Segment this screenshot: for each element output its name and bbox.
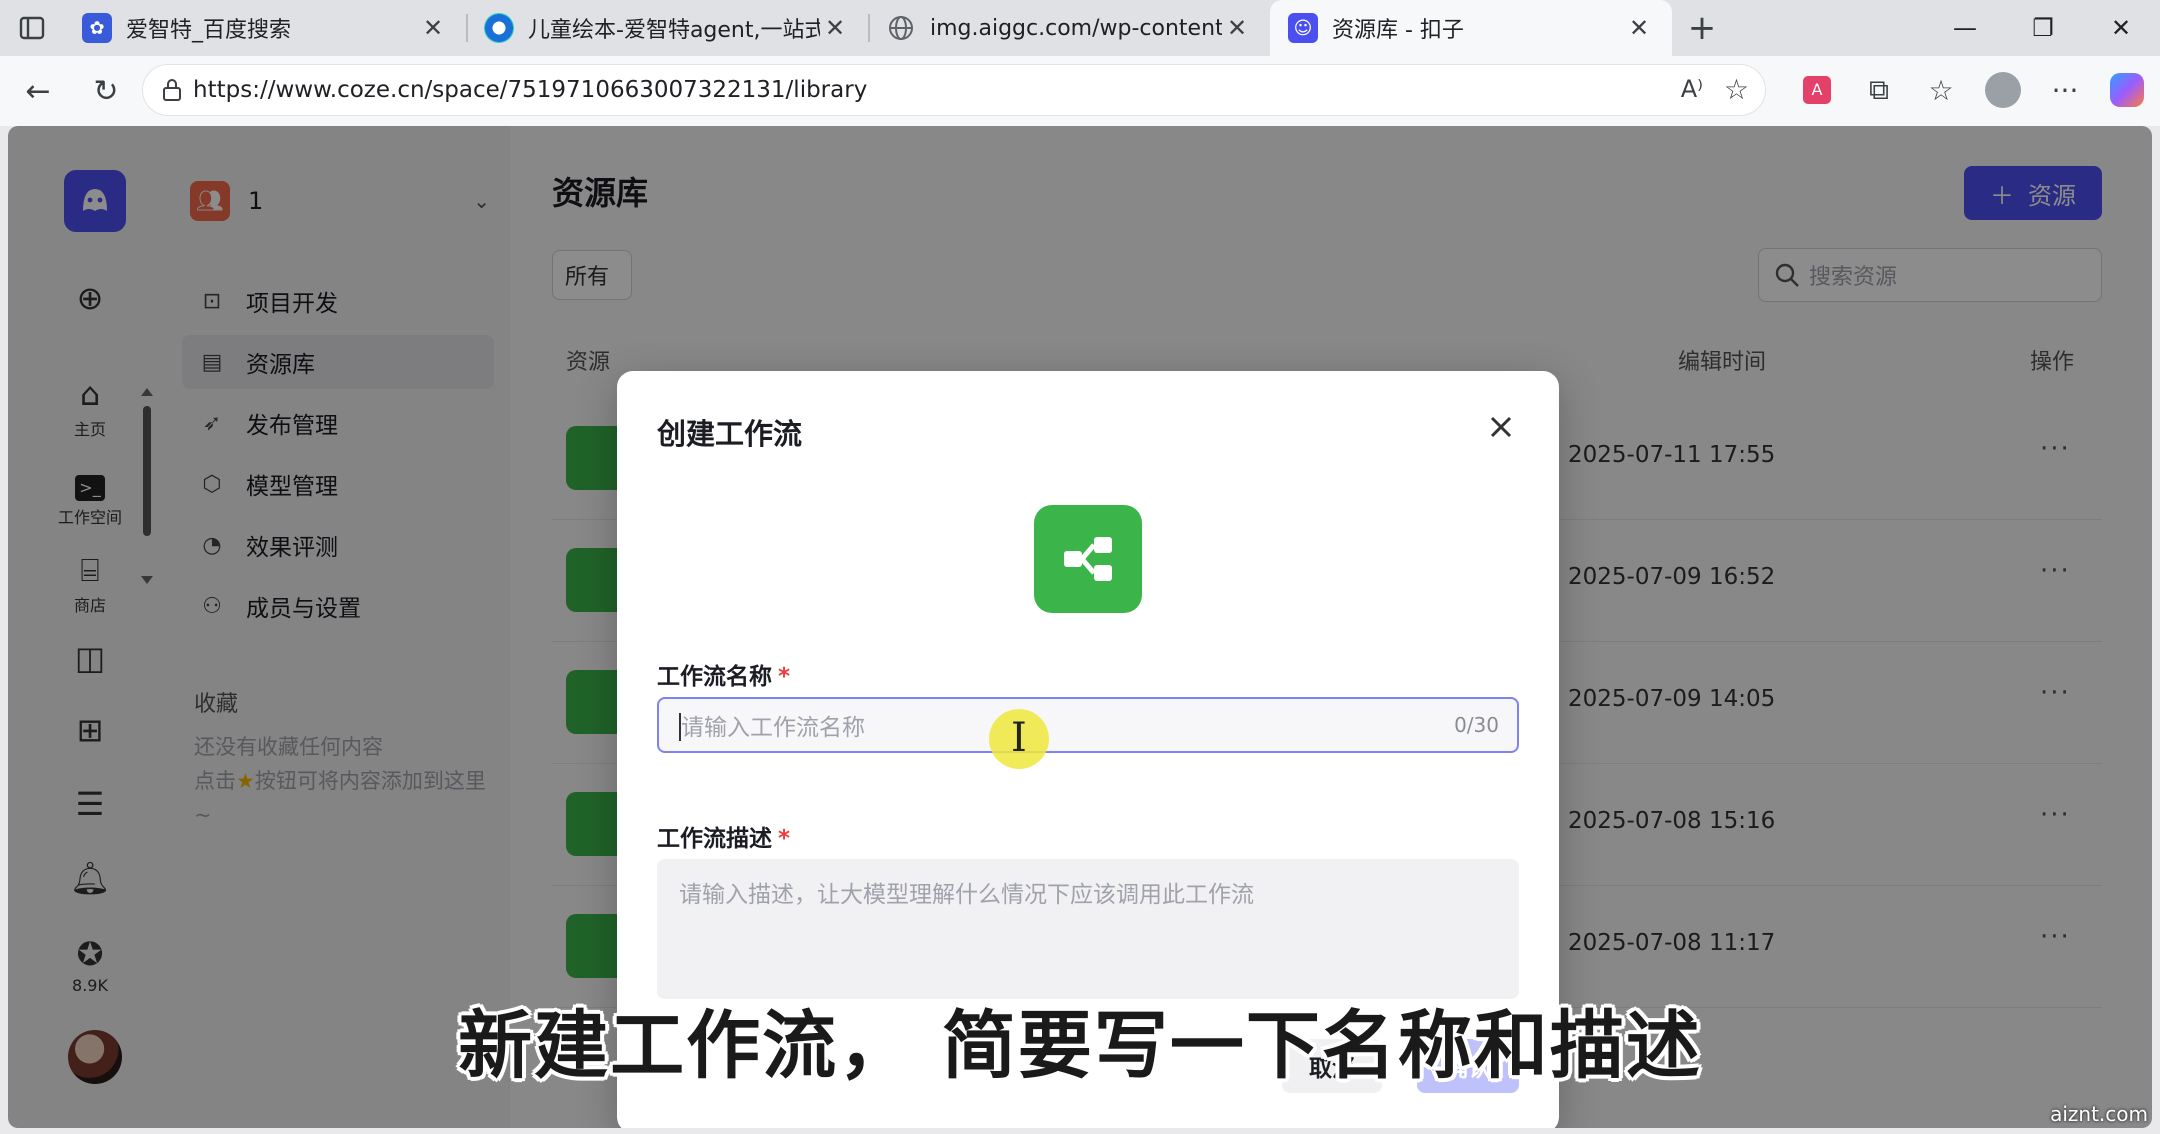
close-tab-icon[interactable]: ✕ [820, 14, 850, 42]
workflow-description-textarea[interactable]: 请输入描述，让大模型理解什么情况下应该调用此工作流 [657, 859, 1519, 999]
tab-actions-icon[interactable] [0, 0, 64, 56]
translate-icon[interactable]: A [1786, 64, 1848, 116]
more-menu-icon[interactable]: ··· [2034, 64, 2096, 116]
name-placeholder: 请输入工作流名称 [681, 715, 865, 741]
char-counter: 0/30 [1454, 713, 1499, 737]
minimize-icon[interactable]: — [1926, 0, 2004, 56]
restore-icon[interactable]: ❐ [2004, 0, 2082, 56]
browser-tab-3[interactable]: img.aiggc.com/wp-content/uploa ✕ [868, 0, 1270, 56]
new-tab-button[interactable]: + [1672, 8, 1732, 48]
extensions-icon[interactable]: ⧉ [1848, 64, 1910, 116]
browser-tab-bar: ✿ 爱智特_百度搜索 ✕ 儿童绘本-爱智特agent,一站式企业 ✕ img.a… [0, 0, 2160, 56]
workflow-icon [1034, 505, 1142, 613]
tab-title: img.aiggc.com/wp-content/uploa [930, 15, 1222, 41]
read-aloud-icon[interactable]: A⁾ [1681, 75, 1703, 103]
tab-title: 资源库 - 扣子 [1332, 18, 1464, 43]
reload-icon[interactable]: ↻ [76, 61, 136, 121]
workflow-desc-label: 工作流描述 * [657, 819, 790, 853]
required-mark: * [778, 664, 791, 690]
close-tab-icon[interactable]: ✕ [1222, 14, 1252, 42]
lock-icon[interactable] [161, 78, 183, 102]
coze-app: ⊕ ⌂ 主页 >_ 工作空间 ⌸ 商店 ◫ ⊞ ☰ 🔔︎ ✪ 8.9K 👥︎ 1… [8, 126, 2152, 1128]
favorite-star-icon[interactable]: ☆ [1724, 73, 1749, 106]
browser-tab-4-active[interactable]: ☺ 资源库 - 扣子 ✕ [1270, 0, 1672, 56]
desc-placeholder: 请输入描述，让大模型理解什么情况下应该调用此工作流 [679, 882, 1254, 908]
browser-tab-1[interactable]: ✿ 爱智特_百度搜索 ✕ [64, 0, 466, 56]
baidu-paw-icon: ✿ [82, 13, 112, 43]
text-caret [679, 713, 681, 741]
browser-toolbar: ← ↻ https://www.coze.cn/space/7519710663… [0, 56, 2160, 126]
close-tab-icon[interactable]: ✕ [418, 14, 448, 42]
edge-swirl-icon [484, 13, 514, 43]
tab-title: 儿童绘本-爱智特agent,一站式企业 [528, 18, 820, 43]
dialog-title: 创建工作流 [657, 417, 803, 451]
browser-tab-2[interactable]: 儿童绘本-爱智特agent,一站式企业 ✕ [466, 0, 868, 56]
close-icon[interactable] [1483, 409, 1519, 445]
required-mark: * [778, 826, 791, 852]
close-window-icon[interactable]: ✕ [2082, 0, 2160, 56]
text-cursor-icon: I [1011, 715, 1027, 761]
address-bar[interactable]: https://www.coze.cn/space/75197106630073… [142, 64, 1766, 116]
back-arrow-icon[interactable]: ← [8, 61, 68, 121]
url-text[interactable]: https://www.coze.cn/space/75197106630073… [193, 77, 867, 103]
coze-icon: ☺ [1288, 13, 1318, 43]
label-text: 工作流描述 [657, 826, 772, 852]
watermark: aiznt.com [2050, 1102, 2148, 1126]
profile-avatar-icon[interactable] [1972, 64, 2034, 116]
window-controls: — ❐ ✕ [1926, 0, 2160, 56]
workflow-name-input[interactable]: 请输入工作流名称 0/30 [657, 697, 1519, 753]
close-tab-icon[interactable]: ✕ [1624, 14, 1654, 42]
workflow-name-label: 工作流名称 * [657, 657, 790, 691]
toolbar-icons: A ⧉ ☆ ··· [1786, 64, 2158, 116]
label-text: 工作流名称 [657, 664, 772, 690]
globe-icon [886, 13, 916, 43]
video-caption: 新建工作流， 简要写一下名称和描述 [458, 1003, 1702, 1089]
favorites-icon[interactable]: ☆ [1910, 64, 1972, 116]
tab-title: 爱智特_百度搜索 [126, 18, 292, 43]
copilot-icon[interactable] [2096, 64, 2158, 116]
